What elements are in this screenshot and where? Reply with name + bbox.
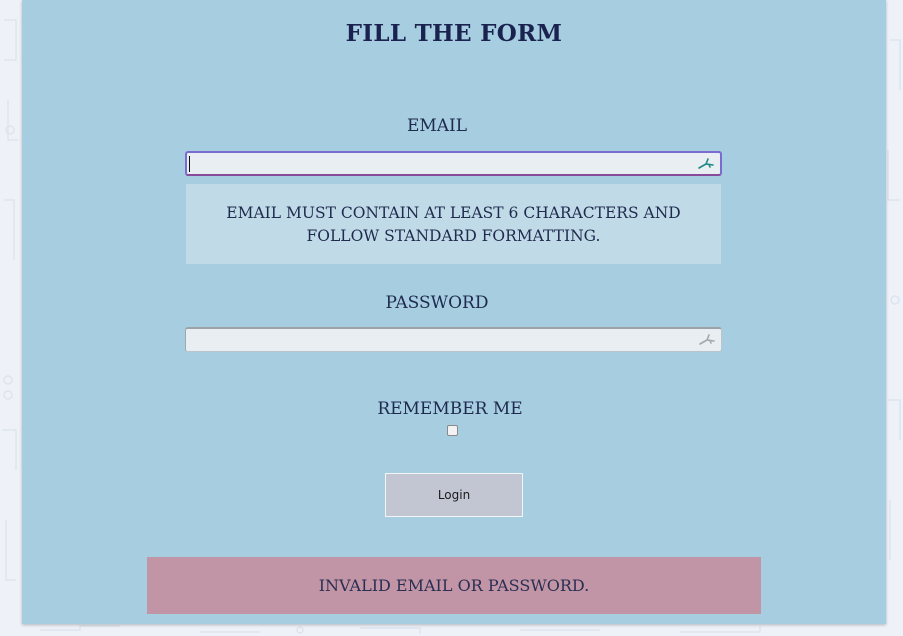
login-button[interactable]: Login xyxy=(385,473,523,517)
remember-me-checkbox[interactable] xyxy=(447,425,458,436)
email-input[interactable] xyxy=(187,153,720,174)
email-label: EMAIL xyxy=(406,116,468,136)
login-form-panel: FILL THE FORM EMAIL EMAIL MUST CONTAIN A… xyxy=(22,0,886,624)
email-field-container[interactable] xyxy=(185,151,722,176)
text-cursor xyxy=(189,156,190,172)
password-input[interactable] xyxy=(186,329,721,351)
password-label: PASSWORD xyxy=(385,293,489,313)
key-icon[interactable] xyxy=(697,332,717,348)
key-icon[interactable] xyxy=(696,156,716,172)
error-message: INVALID EMAIL OR PASSWORD. xyxy=(147,557,761,614)
form-title: FILL THE FORM xyxy=(345,20,563,47)
password-field-container[interactable] xyxy=(185,327,722,352)
remember-me-label: REMEMBER ME xyxy=(377,399,523,419)
email-hint: EMAIL MUST CONTAIN AT LEAST 6 CHARACTERS… xyxy=(186,184,721,264)
